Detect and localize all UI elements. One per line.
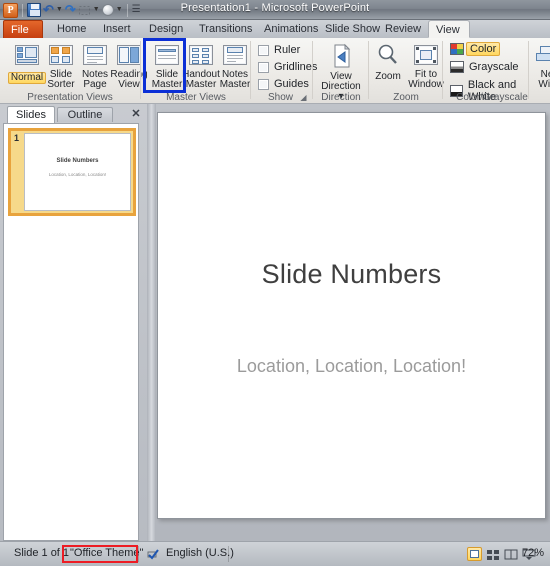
ruler-checkbox[interactable] bbox=[258, 44, 269, 56]
slides-pane: Slides Outline ✕ 1 Slide Numbers Locatio… bbox=[0, 104, 147, 541]
slides-pane-tabs: Slides Outline ✕ bbox=[3, 106, 145, 123]
slide-subtitle-placeholder[interactable]: Location, Location, Location! bbox=[158, 356, 545, 377]
status-divider-1 bbox=[62, 546, 63, 562]
grayscale-label: Grayscale bbox=[469, 61, 519, 73]
group-master-views: Slide Master Handout Master Notes Master… bbox=[142, 38, 250, 104]
group-color-grayscale: Color Grayscale Black and White Color/Gr… bbox=[444, 38, 540, 104]
group-show: Ruler Gridlines Guides Show ◢ bbox=[252, 38, 317, 104]
tab-slides[interactable]: Slides bbox=[7, 106, 55, 123]
group-separator-4 bbox=[368, 41, 369, 99]
ribbon: Normal Slide Sorter Notes Page Reading V… bbox=[0, 38, 550, 104]
slide-thumbnail-number: 1 bbox=[13, 133, 19, 143]
status-divider-2 bbox=[138, 546, 139, 562]
group-separator-3 bbox=[312, 41, 313, 99]
notes-master-label: Notes Master bbox=[219, 69, 251, 90]
slide-title-placeholder[interactable]: Slide Numbers bbox=[158, 259, 545, 290]
tab-view[interactable]: View bbox=[428, 20, 470, 38]
tab-file[interactable]: File bbox=[3, 20, 43, 38]
ruler-checkbox-row[interactable]: Ruler bbox=[258, 44, 300, 56]
slide-editing-area: Slide Numbers Location, Location, Locati… bbox=[156, 104, 550, 541]
slide-thumbnail-preview: Slide Numbers Location, Location, Locati… bbox=[24, 133, 131, 211]
fit-to-window-button[interactable]: Fit to Window bbox=[406, 40, 446, 90]
view-direction-button[interactable]: View Direction ▾ bbox=[318, 40, 364, 102]
tab-design[interactable]: Design bbox=[142, 20, 190, 38]
group-zoom: Zoom Fit to Window Zoom bbox=[370, 38, 444, 104]
guides-checkbox[interactable] bbox=[258, 78, 269, 90]
reading-view-status-icon bbox=[504, 549, 518, 560]
window-title: Presentation1 - Microsoft PowerPoint bbox=[180, 2, 370, 14]
title-bar: P ↶ ▼ ↷ ▼ ▼ ☰ Presentation1 - Microsoft … bbox=[0, 0, 550, 20]
tab-home[interactable]: Home bbox=[50, 20, 93, 38]
notes-page-label: Notes Page bbox=[81, 69, 109, 90]
status-bar: Slide 1 of 1 "Office Theme" English (U.S… bbox=[0, 541, 550, 566]
tab-outline[interactable]: Outline bbox=[57, 107, 113, 122]
powerpoint-window: P ↶ ▼ ↷ ▼ ▼ ☰ Presentation1 - Microsoft … bbox=[0, 0, 550, 566]
slide-thumbnail-1[interactable]: 1 Slide Numbers Location, Location, Loca… bbox=[8, 128, 136, 216]
tab-slide-show[interactable]: Slide Show bbox=[318, 20, 387, 38]
language-status[interactable]: English (U.S.) bbox=[166, 547, 234, 559]
fit-to-window-icon bbox=[411, 42, 441, 68]
group-label-color-grayscale: Color/Grayscale bbox=[456, 92, 528, 103]
normal-view-status-icon bbox=[470, 550, 479, 558]
guides-label: Guides bbox=[274, 78, 309, 90]
group-separator-2 bbox=[250, 41, 251, 99]
view-direction-icon bbox=[326, 42, 356, 70]
group-label-zoom: Zoom bbox=[393, 92, 419, 103]
new-window-icon bbox=[532, 42, 550, 68]
slide-thumbnail-subtitle: Location, Location, Location! bbox=[48, 172, 107, 177]
color-label: Color bbox=[466, 42, 501, 56]
group-label-direction: Direction bbox=[321, 92, 361, 103]
tab-transitions[interactable]: Transitions bbox=[192, 20, 259, 38]
notes-master-icon bbox=[220, 42, 250, 68]
color-swatch-icon bbox=[450, 43, 464, 55]
zoom-level-status[interactable]: 72% bbox=[522, 547, 544, 559]
group-separator-1 bbox=[140, 41, 141, 99]
tab-animations[interactable]: Animations bbox=[257, 20, 325, 38]
slide-sorter-status-icon bbox=[487, 550, 499, 560]
tab-insert[interactable]: Insert bbox=[96, 20, 138, 38]
spell-check-icon[interactable] bbox=[146, 547, 160, 561]
group-separator-6 bbox=[528, 41, 529, 99]
fit-to-window-label: Fit to Window bbox=[408, 69, 444, 90]
pane-splitter[interactable] bbox=[147, 104, 156, 541]
slide-thumbnail-title: Slide Numbers bbox=[56, 158, 99, 165]
show-dialog-launcher-icon[interactable]: ◢ bbox=[299, 93, 308, 102]
slide-sorter-label: Slide Sorter bbox=[47, 69, 75, 90]
guides-checkbox-row[interactable]: Guides bbox=[258, 78, 309, 90]
group-separator-5 bbox=[442, 41, 443, 99]
group-direction: View Direction ▾ Direction bbox=[314, 38, 368, 104]
group-window: NeWin bbox=[530, 38, 550, 104]
gridlines-checkbox[interactable] bbox=[258, 61, 269, 73]
color-option[interactable]: Color bbox=[450, 42, 501, 56]
grayscale-option[interactable]: Grayscale bbox=[450, 61, 519, 73]
gridlines-checkbox-row[interactable]: Gridlines bbox=[258, 61, 317, 73]
ruler-label: Ruler bbox=[274, 44, 301, 56]
zoom-label: Zoom bbox=[375, 71, 401, 82]
status-divider-3 bbox=[228, 546, 229, 562]
normal-view-button-status[interactable] bbox=[467, 547, 482, 561]
new-window-button[interactable]: NeWin bbox=[530, 40, 550, 90]
slide-thumbnail-list: 1 Slide Numbers Location, Location, Loca… bbox=[3, 123, 139, 541]
zoom-icon bbox=[373, 42, 403, 70]
slide-count-status: Slide 1 of 1 bbox=[14, 547, 70, 559]
close-pane-icon[interactable]: ✕ bbox=[129, 107, 143, 121]
reading-view-button-status[interactable] bbox=[503, 547, 518, 561]
group-label-master-views: Master Views bbox=[166, 92, 226, 103]
theme-status[interactable]: "Office Theme" bbox=[70, 547, 143, 559]
slide-sorter-view-button-status[interactable] bbox=[485, 547, 500, 561]
new-window-label: NeWin bbox=[538, 69, 550, 90]
group-presentation-views: Normal Slide Sorter Notes Page Reading V… bbox=[0, 38, 148, 104]
ribbon-tab-strip: File Home Insert Design Transitions Anim… bbox=[0, 20, 550, 38]
group-label-presentation-views: Presentation Views bbox=[27, 92, 113, 103]
tab-review[interactable]: Review bbox=[378, 20, 428, 38]
gridlines-label: Gridlines bbox=[274, 61, 318, 73]
zoom-button[interactable]: Zoom bbox=[370, 40, 406, 90]
grayscale-swatch-icon bbox=[450, 61, 464, 73]
slide-canvas[interactable]: Slide Numbers Location, Location, Locati… bbox=[157, 112, 546, 519]
